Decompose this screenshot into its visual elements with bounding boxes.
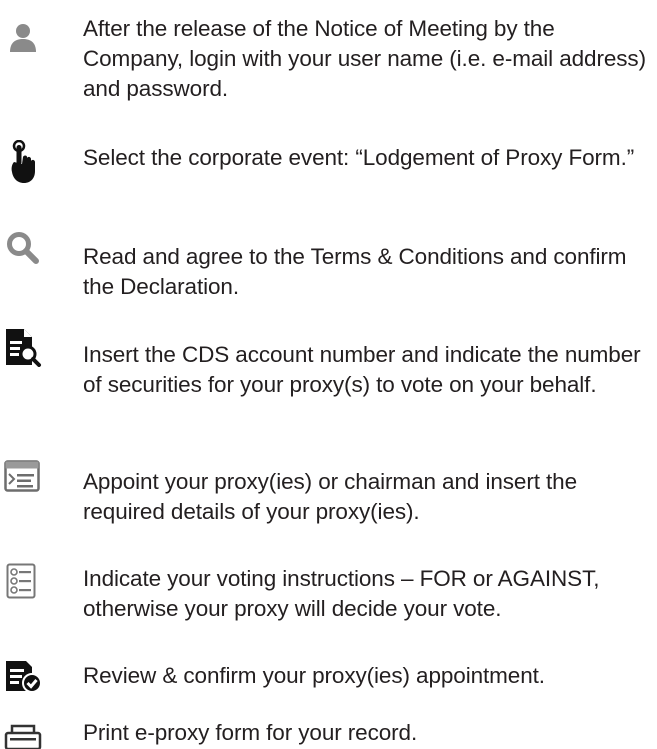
pointer-hand-icon bbox=[10, 140, 50, 183]
step-8-text: Print e-proxy form for your record. bbox=[83, 720, 418, 745]
step-4-text: Insert the CDS account number and indica… bbox=[83, 342, 641, 397]
magnifier-icon bbox=[6, 231, 46, 271]
step-6-text: Indicate your voting instructions – FOR … bbox=[83, 566, 600, 621]
step-3-text: Read and agree to the Terms & Conditions… bbox=[83, 244, 627, 299]
step-5-text: Appoint your proxy(ies) or chairman and … bbox=[83, 469, 577, 524]
form-window-icon bbox=[4, 460, 44, 500]
checklist-icon bbox=[6, 563, 46, 603]
document-search-icon bbox=[4, 327, 44, 367]
step-2-text: Select the corporate event: “Lodgement o… bbox=[83, 145, 635, 170]
step-7-text: Review & confirm your proxy(ies) appoint… bbox=[83, 663, 545, 688]
user-icon bbox=[8, 22, 48, 62]
printer-icon bbox=[4, 724, 44, 749]
step-1-text: After the release of the Notice of Meeti… bbox=[83, 16, 646, 101]
document-check-icon bbox=[4, 659, 44, 699]
